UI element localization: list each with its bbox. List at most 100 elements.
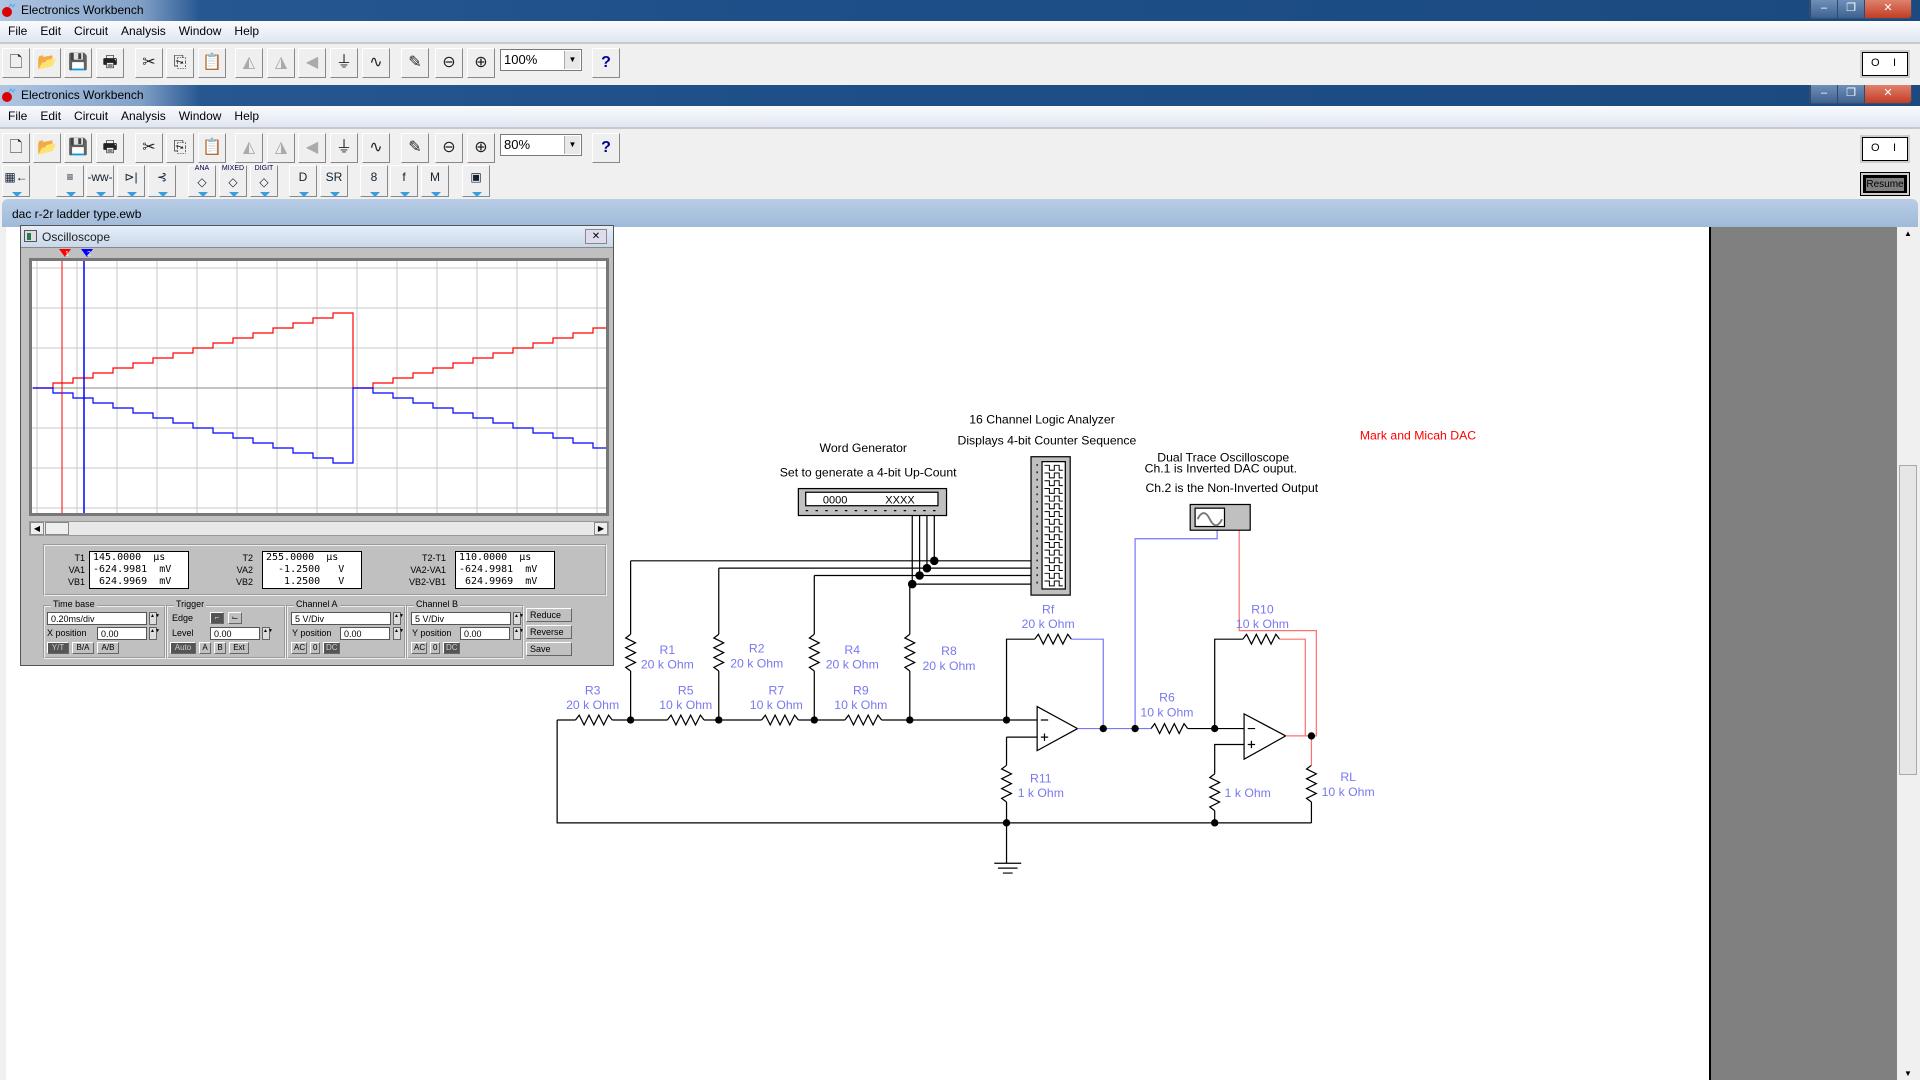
- help-button[interactable]: ?: [592, 48, 620, 78]
- parts-mixed-ics-button[interactable]: MIXED ◇: [219, 165, 247, 197]
- menu-file[interactable]: File: [7, 106, 34, 127]
- menu-circuit[interactable]: Circuit: [73, 106, 115, 127]
- open-button[interactable]: 📂: [33, 133, 61, 163]
- cut-button[interactable]: ✂: [135, 48, 163, 78]
- rotate-button[interactable]: ◭: [235, 133, 263, 163]
- trigger-a-button[interactable]: A: [199, 642, 211, 654]
- new-button[interactable]: 🗋: [2, 133, 30, 163]
- channel-a-ypos-field[interactable]: 0.00: [340, 627, 390, 640]
- channel-b-dc-button[interactable]: DC: [443, 642, 460, 654]
- open-button[interactable]: 📂: [33, 48, 61, 78]
- analysis-graphs-button[interactable]: ✎: [401, 48, 429, 78]
- flip-vertical-button[interactable]: ◀: [298, 133, 326, 163]
- menu-edit[interactable]: Edit: [39, 21, 68, 42]
- zoom-out-button[interactable]: ⊖: [435, 48, 463, 78]
- reverse-button[interactable]: Reverse: [526, 625, 572, 639]
- parts-controls-button[interactable]: f: [390, 165, 418, 197]
- channel-b-scale-spinner[interactable]: ▲▼: [513, 612, 524, 625]
- component-properties-button[interactable]: ⏚: [330, 48, 358, 78]
- trigger-auto-button[interactable]: Auto: [170, 642, 196, 654]
- reduce-button[interactable]: Reduce: [526, 608, 572, 622]
- scroll-up-icon[interactable]: ▲: [1904, 229, 1912, 238]
- trigger-b-button[interactable]: B: [214, 642, 226, 654]
- restore-button[interactable]: ❐: [1837, 85, 1864, 103]
- power-switch[interactable]: OI: [1860, 50, 1910, 78]
- scroll-right-icon[interactable]: ▶: [594, 522, 608, 535]
- close-button[interactable]: ✕: [1864, 85, 1911, 103]
- help-button[interactable]: ?: [592, 133, 620, 163]
- trigger-level-field[interactable]: 0.00: [210, 627, 260, 640]
- zoom-out-button[interactable]: ⊖: [435, 133, 463, 163]
- channel-b-ypos-field[interactable]: 0.00: [460, 627, 510, 640]
- trigger-ext-button[interactable]: Ext: [229, 642, 249, 654]
- channel-b-zero-button[interactable]: 0: [430, 642, 440, 654]
- mode-ab-button[interactable]: A/B: [97, 642, 119, 654]
- save-button[interactable]: 💾: [64, 48, 92, 78]
- mode-yt-button[interactable]: Y/T: [47, 642, 69, 654]
- parts-miscellaneous-button[interactable]: M: [421, 165, 449, 197]
- resume-button[interactable]: Resume: [1860, 172, 1910, 196]
- close-icon[interactable]: ✕: [585, 229, 607, 244]
- parts-analog-ics-button[interactable]: ANA ◇: [188, 165, 216, 197]
- menu-file[interactable]: File: [7, 21, 34, 42]
- minimize-button[interactable]: –: [1810, 85, 1837, 103]
- scroll-thumb[interactable]: [1899, 465, 1917, 775]
- copy-button[interactable]: ⎘: [166, 48, 194, 78]
- print-button[interactable]: 🖶: [96, 133, 124, 163]
- channel-a-zero-button[interactable]: 0: [310, 642, 320, 654]
- xposition-spinner[interactable]: ▲▼: [149, 627, 160, 640]
- restore-button[interactable]: ❐: [1837, 0, 1864, 18]
- timebase-spinner[interactable]: ▲▼: [149, 612, 160, 625]
- print-button[interactable]: 🖶: [96, 48, 124, 78]
- menu-window[interactable]: Window: [178, 106, 229, 127]
- paste-button[interactable]: 📋: [198, 48, 226, 78]
- menu-analysis[interactable]: Analysis: [120, 21, 173, 42]
- zoom-select[interactable]: 80% ▼: [500, 134, 582, 156]
- mode-ba-button[interactable]: B/A: [72, 642, 94, 654]
- create-subcircuit-button[interactable]: ∿: [362, 133, 390, 163]
- component-properties-button[interactable]: ⏚: [330, 133, 358, 163]
- channel-a-ac-button[interactable]: AC: [291, 642, 307, 654]
- rotate-button[interactable]: ◭: [235, 48, 263, 78]
- paste-button[interactable]: 📋: [198, 133, 226, 163]
- parts-favorites-button[interactable]: ▦←: [2, 165, 30, 197]
- falling-edge-button[interactable]: ⌙: [228, 612, 242, 624]
- save-button[interactable]: 💾: [64, 133, 92, 163]
- scroll-left-icon[interactable]: ◀: [30, 522, 44, 535]
- menu-circuit[interactable]: Circuit: [73, 21, 115, 42]
- oscilloscope-titlebar[interactable]: Oscilloscope ✕: [21, 226, 613, 248]
- close-button[interactable]: ✕: [1864, 0, 1911, 18]
- zoom-in-button[interactable]: ⊕: [467, 133, 495, 163]
- parts-indicators-button[interactable]: 8: [360, 165, 388, 197]
- new-button[interactable]: 🗋: [2, 48, 30, 78]
- timebase-field[interactable]: 0.20ms/div: [47, 612, 147, 625]
- parts-digital-ics-button[interactable]: DIGIT ◇: [250, 165, 278, 197]
- channel-b-ypos-spinner[interactable]: ▲▼: [513, 627, 524, 640]
- flip-horizontal-button[interactable]: ◮: [267, 48, 295, 78]
- parts-basic-button[interactable]: -ww-: [86, 165, 114, 197]
- parts-diodes-button[interactable]: ⊳|: [117, 165, 145, 197]
- chevron-down-icon[interactable]: ▼: [564, 51, 580, 69]
- menu-edit[interactable]: Edit: [39, 106, 68, 127]
- channel-a-scale-spinner[interactable]: ▲▼: [393, 612, 404, 625]
- parts-logic-gates-button[interactable]: D: [289, 165, 317, 197]
- rising-edge-button[interactable]: ⌐: [210, 612, 224, 624]
- chevron-down-icon[interactable]: ▼: [564, 136, 580, 154]
- flip-vertical-button[interactable]: ◀: [298, 48, 326, 78]
- menu-help[interactable]: Help: [233, 106, 266, 127]
- power-switch[interactable]: OI: [1860, 135, 1910, 163]
- cut-button[interactable]: ✂: [135, 133, 163, 163]
- xposition-field[interactable]: 0.00: [97, 627, 147, 640]
- channel-a-ypos-spinner[interactable]: ▲▼: [393, 627, 404, 640]
- minimize-button[interactable]: –: [1810, 0, 1837, 18]
- vertical-scrollbar[interactable]: ▲ ▼: [1897, 227, 1920, 1080]
- trigger-level-spinner[interactable]: ▲▼: [262, 627, 273, 640]
- zoom-in-button[interactable]: ⊕: [467, 48, 495, 78]
- scroll-down-icon[interactable]: ▼: [1904, 1069, 1912, 1078]
- parts-digital-button[interactable]: SR: [320, 165, 348, 197]
- channel-b-ac-button[interactable]: AC: [411, 642, 427, 654]
- zoom-select[interactable]: 100% ▼: [500, 49, 582, 71]
- copy-button[interactable]: ⎘: [166, 133, 194, 163]
- scroll-thumb[interactable]: [45, 522, 69, 535]
- parts-sources-button[interactable]: ≡: [56, 165, 84, 197]
